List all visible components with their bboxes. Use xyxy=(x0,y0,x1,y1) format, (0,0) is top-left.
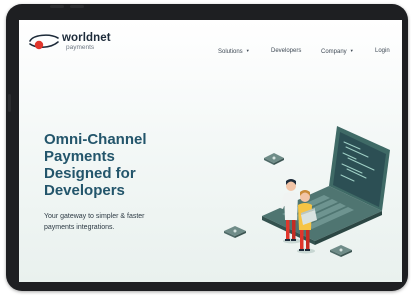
floating-tile-icon xyxy=(330,245,352,257)
website-screen: worldnet payments Solutions ▼ Developers … xyxy=(19,20,402,282)
nav-company-label: Company xyxy=(321,49,347,55)
worldnet-logo-icon xyxy=(29,34,59,50)
brand-subtitle: payments xyxy=(66,44,95,51)
hero-title: Omni-Channel Payments Designed for Devel… xyxy=(44,131,147,199)
nav-solutions-label: Solutions xyxy=(218,49,243,55)
tablet-frame: worldnet payments Solutions ▼ Developers … xyxy=(6,4,408,291)
nav-company[interactable]: Company ▼ xyxy=(321,48,354,55)
nav-login-label: Login xyxy=(375,48,390,54)
nav-login[interactable]: Login xyxy=(375,48,390,54)
nav-developers-label: Developers xyxy=(271,48,302,54)
nav-developers[interactable]: Developers xyxy=(271,48,301,54)
hero-subtitle: Your gateway to simpler & faster payment… xyxy=(44,213,145,231)
nav-solutions[interactable]: Solutions ▼ xyxy=(218,48,250,55)
floating-tile-icon xyxy=(264,153,284,165)
brand-logo[interactable]: worldnet payments xyxy=(27,30,119,52)
developers-laptop-illustration xyxy=(224,126,390,257)
chevron-down-icon: ▼ xyxy=(245,48,250,53)
tablet-side-button xyxy=(8,94,11,112)
tablet-button xyxy=(70,5,84,8)
chevron-down-icon: ▼ xyxy=(349,48,354,53)
tablet-button xyxy=(50,5,64,8)
brand-name: worldnet xyxy=(62,32,111,44)
floating-tile-icon xyxy=(224,226,246,238)
